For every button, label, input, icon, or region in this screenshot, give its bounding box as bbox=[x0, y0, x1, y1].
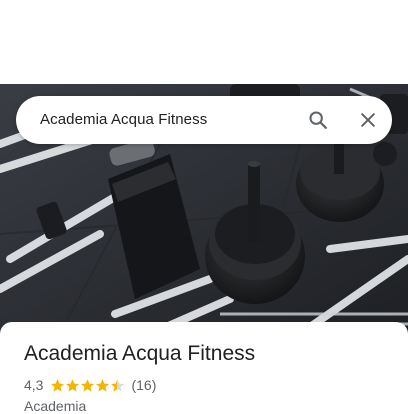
star-icon bbox=[66, 378, 80, 392]
place-category: Academia bbox=[24, 398, 87, 414]
star-icon bbox=[96, 378, 110, 392]
place-info-sheet[interactable]: Academia Acqua Fitness 4,3 (16) Academia bbox=[0, 322, 408, 414]
search-bar[interactable]: Academia Acqua Fitness bbox=[16, 96, 392, 144]
close-button[interactable] bbox=[352, 104, 384, 136]
search-input[interactable]: Academia Acqua Fitness bbox=[40, 96, 207, 144]
search-icon bbox=[309, 111, 327, 129]
place-title: Academia Acqua Fitness bbox=[24, 342, 256, 365]
rating-value: 4,3 bbox=[24, 377, 44, 393]
star-rating bbox=[50, 378, 125, 393]
review-count[interactable]: (16) bbox=[131, 377, 156, 393]
close-icon bbox=[361, 113, 375, 127]
search-button[interactable] bbox=[302, 104, 334, 136]
star-half-icon bbox=[111, 378, 125, 392]
star-icon bbox=[51, 378, 65, 392]
star-icon bbox=[81, 378, 95, 392]
rating-row[interactable]: 4,3 (16) bbox=[24, 376, 156, 394]
